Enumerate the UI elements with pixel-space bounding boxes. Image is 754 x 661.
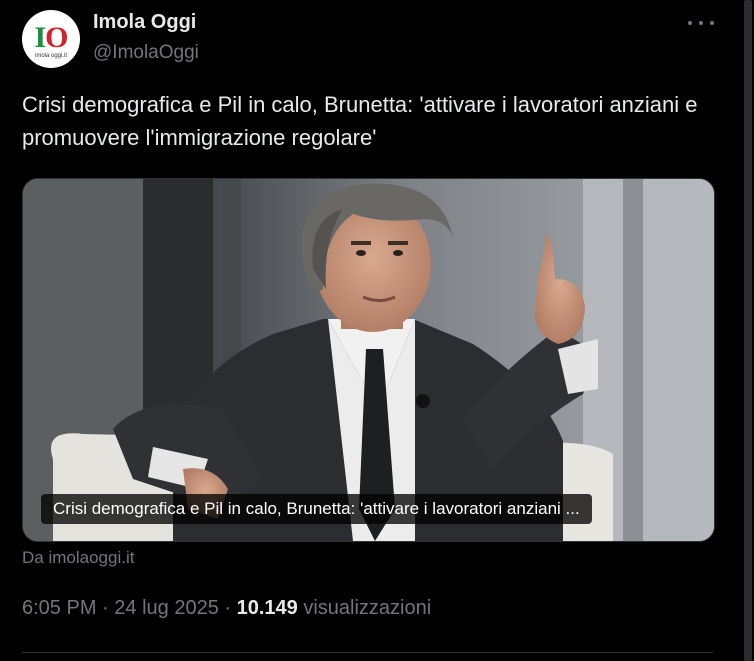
more-options-button[interactable] [688,14,714,32]
photo-illustration [23,179,714,541]
tweet-text: Crisi demografica e Pil in calo, Brunett… [22,92,698,150]
more-dots-icon [699,21,703,25]
more-dots-icon [688,21,692,25]
avatar-subtitle: imola oggi.it [34,52,67,59]
separator-dot: · [224,597,232,619]
author-name[interactable]: Imola Oggi [93,11,196,34]
more-dots-icon [710,21,714,25]
tweet-time[interactable]: 6:05 PM [22,597,96,619]
avatar-logo-o: O [45,20,68,54]
separator-dot: · [102,597,109,619]
author-handle[interactable]: @ImolaOggi [93,42,199,64]
link-card-image[interactable]: Crisi demografica e Pil in calo, Brunett… [22,178,715,542]
views-count: 10.149 [236,597,298,619]
scrollbar-thumb[interactable] [744,0,752,661]
views-label: visualizzazioni [303,597,432,619]
divider [22,652,713,653]
scrollbar[interactable] [740,0,754,661]
link-card-caption: Crisi demografica e Pil in calo, Brunett… [41,494,592,524]
avatar[interactable]: IO imola oggi.it [22,10,80,68]
link-source[interactable]: Da imolaoggi.it [22,548,134,568]
tweet-meta: 6:05 PM · 24 lug 2025 · 10.149 visualizz… [22,597,431,620]
tweet-date[interactable]: 24 lug 2025 [114,597,219,619]
avatar-logo: IO [34,20,68,54]
avatar-logo-i: I [34,20,46,54]
